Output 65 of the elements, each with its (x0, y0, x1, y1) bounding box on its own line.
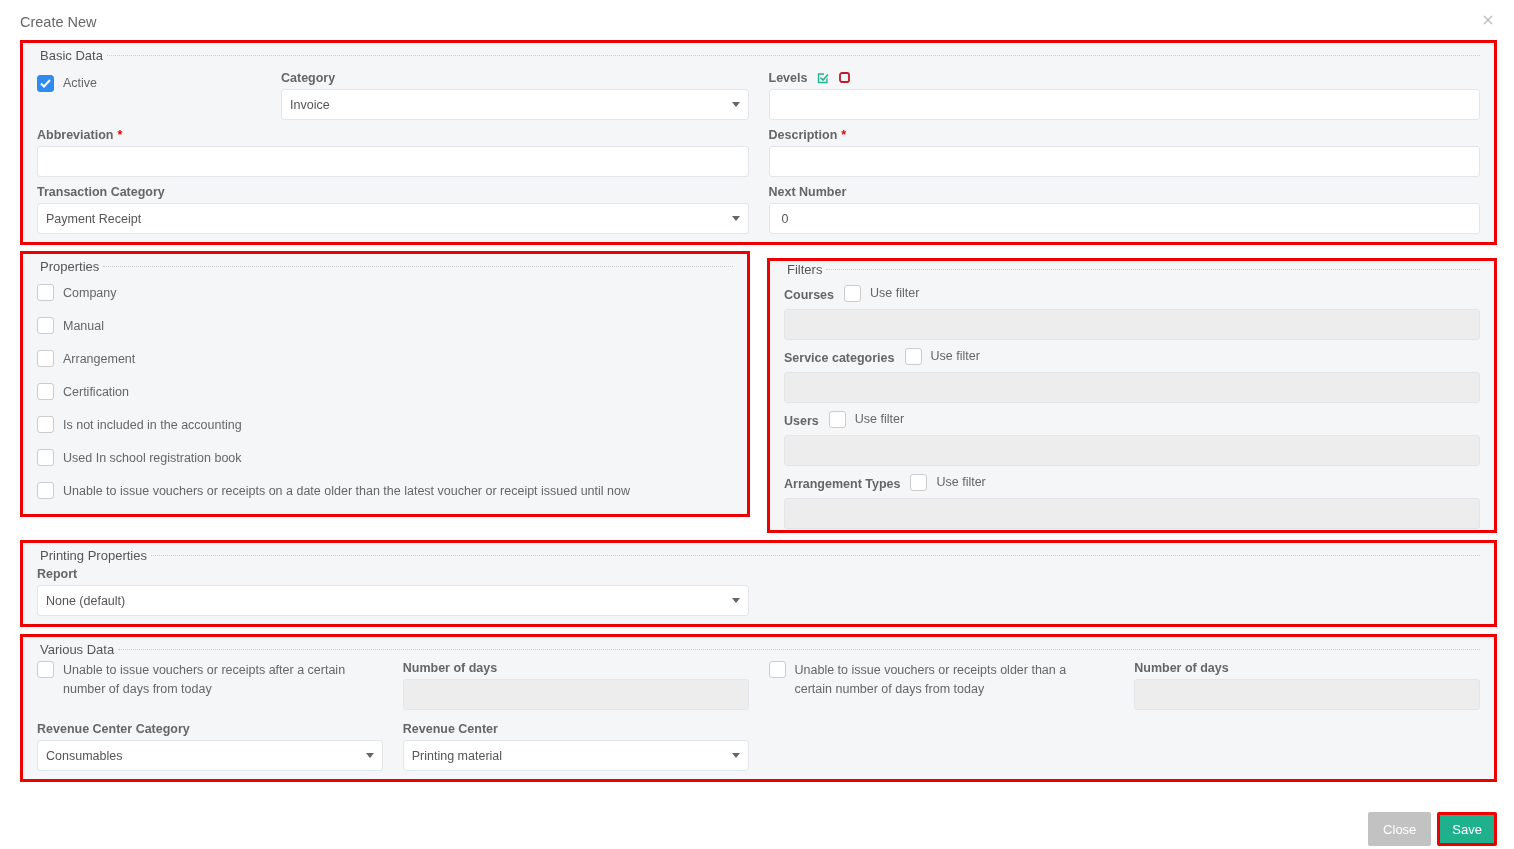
checkbox[interactable] (37, 416, 54, 433)
checkbox-label: Manual (63, 317, 104, 335)
checkbox[interactable] (768, 661, 786, 678)
field-label: Category (281, 69, 337, 87)
close-icon[interactable] (1483, 15, 1493, 25)
square-icon[interactable] (839, 72, 851, 83)
field-label: Report (37, 565, 79, 583)
checkbox[interactable] (828, 410, 846, 428)
checkbox-label: Use filter (936, 474, 986, 491)
field-label: Levels (768, 70, 808, 85)
category-select[interactable]: Invoice (281, 89, 749, 120)
revenue-center-select[interactable]: Printing material (402, 740, 749, 771)
field-label: Arrangement Types (784, 476, 901, 493)
checkbox[interactable] (37, 317, 54, 334)
field-label: Service categories (784, 350, 895, 367)
check-square-icon[interactable] (817, 71, 830, 84)
field-label: Number of days (1134, 659, 1230, 677)
filter-input[interactable] (784, 498, 1480, 529)
field-label: Description (768, 127, 838, 142)
checkbox-label: Use filter (870, 285, 920, 302)
field-label: Revenue Center (402, 720, 499, 738)
checkbox-label: Active (63, 75, 98, 92)
field-label: Revenue Center Category (37, 720, 191, 738)
description-input[interactable] (768, 146, 1480, 177)
checkbox[interactable] (37, 661, 54, 678)
checkbox[interactable] (904, 347, 922, 365)
field-label: Courses (784, 287, 835, 304)
checkbox[interactable] (910, 473, 928, 491)
checkbox-label: Unable to issue vouchers or receipts on a date older than the latest voucher or receipt issued until now (63, 482, 630, 500)
section-legend: Basic Data (40, 47, 103, 63)
checkbox[interactable] (37, 449, 54, 466)
checkbox[interactable] (37, 482, 54, 499)
field-label: Users (784, 413, 819, 430)
next-number-input[interactable]: 0 (768, 203, 1480, 234)
field-label: Transaction Category (37, 183, 166, 201)
dialog-title: Create New (20, 14, 97, 30)
section-legend: Various Data (40, 641, 115, 657)
field-label: Next Number (768, 183, 848, 201)
checkbox-label: Is not included in the accounting (63, 416, 242, 434)
checkbox[interactable] (37, 383, 54, 400)
required-mark: * (117, 127, 123, 142)
checkbox-label: Unable to issue vouchers or receipts older than a certain number of days from today (794, 662, 1068, 698)
checkbox-label: Use filter (854, 411, 905, 428)
section-legend: Properties (40, 258, 100, 274)
checkbox[interactable] (37, 74, 54, 92)
checkbox-label: Used In school registration book (63, 449, 242, 467)
revenue-center-category-select[interactable]: Consumables (37, 740, 383, 771)
field-label: Abbreviation (37, 127, 114, 142)
field-label: Number of days (402, 659, 499, 677)
required-mark: * (841, 127, 847, 142)
checkbox[interactable] (844, 284, 862, 302)
checkbox[interactable] (37, 350, 54, 367)
checkbox-label: Company (63, 284, 117, 302)
checkbox-label: Certification (63, 383, 129, 401)
section-legend: Filters (787, 261, 823, 277)
checkbox-label: Use filter (930, 348, 980, 365)
transaction-category-select[interactable]: Payment Receipt (37, 203, 749, 234)
checkbox[interactable] (37, 284, 54, 301)
levels-input[interactable] (768, 89, 1480, 120)
section-legend: Printing Properties (40, 547, 147, 563)
checkbox-label: Unable to issue vouchers or receipts after a certain number of days from today (63, 662, 347, 698)
report-select[interactable]: None (default) (37, 585, 749, 616)
check-icon (40, 78, 51, 88)
abbreviation-input[interactable] (37, 146, 749, 177)
checkbox-label: Arrangement (63, 350, 136, 368)
